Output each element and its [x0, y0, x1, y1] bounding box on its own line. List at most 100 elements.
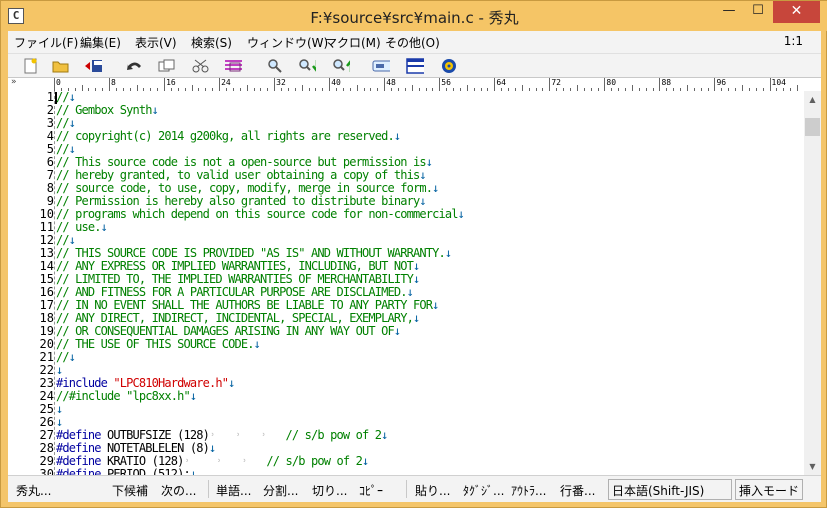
code-area[interactable]: //↓// Gembox Synth↓//↓// copyright(c) 20… [54, 91, 804, 475]
ruler-label: 32 [276, 78, 286, 87]
copy-icon[interactable] [158, 58, 176, 74]
editor-window: C F:¥source¥src¥main.c - 秀丸 — ☐ ✕ ファイル(F… [0, 0, 827, 508]
code-token: ↓ [189, 389, 197, 403]
code-token: // This source code is not a open-source… [56, 155, 427, 169]
encoding-indicator[interactable]: 日本語(Shift-JIS) [608, 479, 732, 500]
status-next-candidate-button[interactable]: 下候補 [112, 482, 148, 499]
menu-search[interactable]: 検索(S) [191, 34, 232, 51]
ruler-tick [659, 78, 661, 91]
code-token: //#include "lpc8xx.h" [56, 389, 191, 403]
help-icon[interactable] [440, 58, 458, 74]
minimize-button[interactable]: — [715, 1, 743, 23]
menu-other[interactable]: その他(O) [385, 34, 440, 51]
cut-icon[interactable] [192, 58, 210, 74]
menu-window[interactable]: ウィンドウ(W) [247, 34, 328, 51]
insert-mode-indicator[interactable]: 挿入モード [735, 479, 803, 500]
code-token: ↓ [425, 155, 433, 169]
code-token: // [56, 233, 70, 247]
code-line[interactable]: // copyright(c) 2014 g200kg, all rights … [56, 129, 401, 143]
status-cut-button[interactable]: 切り... [312, 482, 347, 499]
ruler-tick [549, 78, 551, 91]
ruler-tick [769, 78, 771, 91]
status-split-button[interactable]: 分割... [263, 482, 298, 499]
vertical-scrollbar[interactable]: ▲ ▼ [804, 91, 821, 475]
code-token: ↓ [68, 350, 76, 364]
status-copy-button[interactable]: ｺﾋﾟｰ [359, 482, 383, 499]
status-tagjump-button[interactable]: ﾀｸﾞｼﾞ... [463, 482, 504, 499]
ruler-corner-marker[interactable]: » [11, 77, 17, 87]
line-number-gutter[interactable]: 1 2 3 4 5 6 7 8 9 10 11 12 13 14 15 16 17 18 19 20 21 22 23 24 2… [8, 91, 54, 475]
code-token: ↓ [68, 233, 76, 247]
line-number[interactable]: 30 [14, 468, 54, 476]
status-next-button[interactable]: 次の... [161, 482, 196, 499]
status-line-number-button[interactable]: 行番... [560, 482, 595, 499]
status-hidemaru-button[interactable]: 秀丸... [16, 482, 51, 499]
code-token: ↓ [228, 376, 235, 390]
menu-macro[interactable]: マクロ(M) [325, 34, 381, 51]
ruler-tick [109, 78, 111, 91]
menu-edit[interactable]: 編集(E) [80, 34, 121, 51]
ruler-tick [219, 78, 221, 91]
code-token: // copyright(c) 2014 g200kg, all rights … [56, 129, 395, 143]
code-token: ↓ [209, 441, 216, 455]
status-bar: 秀丸... 下候補 次の... 単語... 分割... 切り... ｺﾋﾟｰ 貼… [8, 475, 821, 502]
scroll-up-arrow-icon[interactable]: ▲ [804, 91, 821, 108]
menu-view[interactable]: 表示(V) [135, 34, 177, 51]
code-token: ↓ [253, 337, 261, 351]
scroll-down-arrow-icon[interactable]: ▼ [804, 458, 821, 475]
status-paste-button[interactable]: 貼り... [415, 482, 450, 499]
column-ruler[interactable]: 0 8 16 24 32 40 48 56 64 72 80 88 96 104 [54, 78, 806, 91]
new-file-icon[interactable] [22, 58, 40, 74]
close-button[interactable]: ✕ [773, 1, 820, 23]
scroll-thumb[interactable] [805, 118, 820, 136]
code-token: ↓ [432, 298, 439, 312]
title-bar[interactable]: C F:¥source¥src¥main.c - 秀丸 — ☐ ✕ [1, 1, 827, 31]
code-token: ↓ [444, 246, 452, 260]
ruler-label: 0 [56, 78, 61, 87]
find-next-icon[interactable] [298, 58, 316, 74]
code-line[interactable]: #define PERIOD (512);↓ [56, 468, 197, 476]
ruler-label: 40 [331, 78, 341, 87]
code-token: // IN NO EVENT SHALL THE AUTHORS BE LIAB… [56, 298, 433, 312]
split-window-icon[interactable] [406, 58, 424, 74]
code-line[interactable]: //#include "lpc8xx.h"↓ [56, 389, 197, 403]
code-token: // AND FITNESS FOR A PARTICULAR PURPOSE … [56, 285, 407, 299]
ruler-label: 16 [166, 78, 176, 87]
open-folder-icon[interactable] [52, 58, 70, 74]
code-token: #define [56, 454, 101, 468]
grep-icon[interactable] [372, 58, 390, 74]
code-token: // LIMITED TO, THE IMPLIED WARRANTIES OF… [56, 272, 414, 286]
menu-bar: ファイル(F) 編集(E) 表示(V) 検索(S) ウィンドウ(W) マクロ(M… [8, 31, 821, 53]
undo-icon[interactable] [126, 58, 144, 74]
code-token: "LPC810Hardware.h" [113, 376, 229, 390]
code-token: // Gembox Synth [56, 103, 152, 117]
status-outline-button[interactable]: ｱｳﾄﾗ... [511, 482, 546, 499]
code-token: ↓ [68, 142, 76, 156]
code-token: ˒ ˒ ˒ [183, 454, 267, 468]
code-token: // use. [56, 220, 101, 234]
code-token: // source code, to use, copy, modify, me… [56, 181, 433, 195]
menu-file[interactable]: ファイル(F) [14, 34, 78, 51]
ruler-tick [274, 78, 276, 91]
ruler-label: 80 [606, 78, 617, 87]
find-icon[interactable] [266, 58, 284, 74]
maximize-button[interactable]: ☐ [744, 1, 772, 23]
paste-icon[interactable] [224, 58, 242, 74]
ruler-label: 48 [386, 78, 396, 87]
status-separator [406, 480, 407, 498]
code-token: ↓ [393, 129, 401, 143]
code-token: ↓ [412, 259, 420, 273]
ruler-tick [164, 78, 166, 91]
find-prev-icon[interactable] [332, 58, 350, 74]
code-line[interactable]: // programs which depend on this source … [56, 208, 465, 221]
code-token: ˒ ˒ ˒ [209, 428, 286, 442]
status-word-button[interactable]: 単語... [216, 482, 251, 499]
text-editor[interactable]: 1 2 3 4 5 6 7 8 9 10 11 12 13 14 15 16 17 18 19 20 21 22 23 24 2… [8, 91, 804, 475]
code-token: ↓ [432, 181, 439, 195]
code-token: // Permission is hereby also granted to … [56, 194, 420, 208]
code-token: NOTETABLELEN (8) [100, 441, 210, 455]
code-token: // s/b pow of 2 [285, 428, 382, 442]
code-line[interactable]: // THE USE OF THIS SOURCE CODE.↓ [56, 337, 261, 351]
ruler-label: 104 [771, 78, 786, 87]
save-icon[interactable] [84, 58, 102, 74]
